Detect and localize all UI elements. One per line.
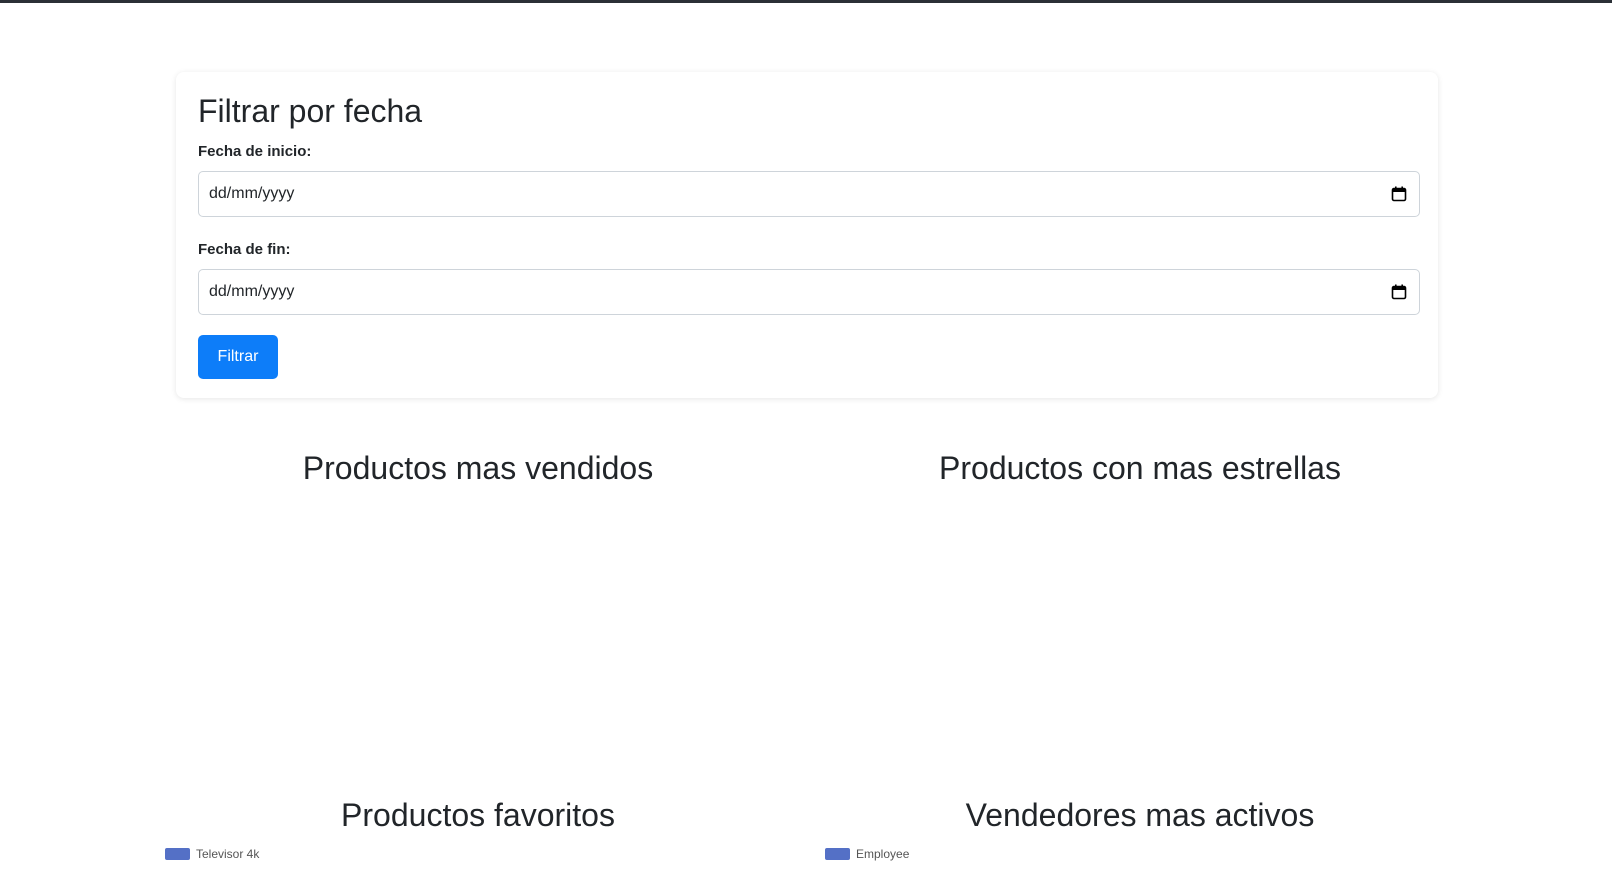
filter-card: Filtrar por fecha Fecha de inicio: dd/mm…: [176, 72, 1438, 398]
legend-label: Televisor 4k: [196, 847, 260, 861]
best-sellers-title: Productos mas vendidos: [302, 450, 654, 486]
end-date-input[interactable]: dd/mm/yyyy: [198, 269, 1420, 315]
scrollbar[interactable]: [1568, 3, 1612, 871]
start-date-label: Fecha de inicio:: [198, 143, 312, 160]
active-sellers-legend[interactable]: Employee: [825, 847, 909, 861]
filter-button[interactable]: Filtrar: [198, 335, 278, 379]
favorites-title: Productos favoritos: [341, 797, 615, 833]
most-stars-title: Productos con mas estrellas: [939, 450, 1341, 486]
calendar-icon[interactable]: [1391, 186, 1407, 202]
legend-swatch: [165, 848, 190, 860]
legend-swatch: [825, 848, 850, 860]
active-sellers-title: Vendedores mas activos: [965, 797, 1315, 833]
legend-label: Employee: [856, 847, 910, 861]
top-border: [0, 0, 1612, 3]
filter-title: Filtrar por fecha: [198, 93, 423, 129]
start-date-input[interactable]: dd/mm/yyyy: [198, 171, 1420, 217]
end-date-placeholder: dd/mm/yyyy: [209, 283, 295, 300]
favorites-legend[interactable]: Televisor 4k: [165, 847, 259, 861]
start-date-placeholder: dd/mm/yyyy: [209, 185, 295, 202]
calendar-icon[interactable]: [1391, 284, 1407, 300]
end-date-label: Fecha de fin:: [198, 241, 291, 258]
